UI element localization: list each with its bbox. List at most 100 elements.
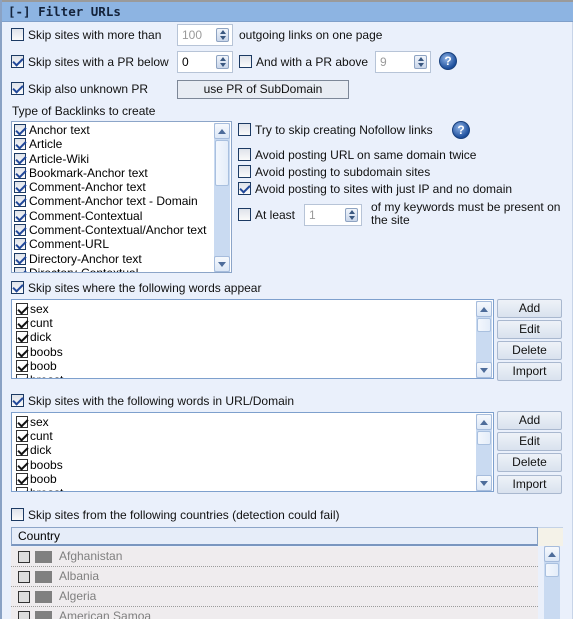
backlink-type-item[interactable]: Comment-Anchor text - Domain [12,194,215,208]
help-icon[interactable]: ? [452,121,470,139]
spinner-arrows-icon[interactable] [414,55,427,69]
word-list-item[interactable]: boob [12,472,474,486]
country-column-header[interactable]: Country [11,527,538,546]
word-checkbox[interactable] [16,486,28,491]
scroll-up-icon[interactable] [214,123,230,139]
backlink-type-checkbox[interactable] [14,252,26,265]
backlink-type-checkbox[interactable] [14,152,26,165]
scroll-down-icon[interactable] [476,362,492,378]
backlink-type-checkbox[interactable] [14,166,26,179]
word-checkbox[interactable] [16,373,28,378]
section-header[interactable]: [-] Filter URLs [2,0,573,22]
spinner-arrows-icon[interactable] [345,208,358,222]
country-checkbox[interactable] [18,551,30,563]
subdomain-sites-checkbox[interactable] [238,165,251,178]
word-list-item[interactable]: sex [12,302,474,316]
word-list-item[interactable]: dick [12,443,474,457]
backlink-type-checkbox[interactable] [14,124,26,136]
skip-words-import-button[interactable]: Import [497,362,562,381]
spinner-arrows-icon[interactable] [216,28,229,42]
word-list-item[interactable]: cunt [12,429,474,443]
word-checkbox[interactable] [16,331,28,344]
scrollbar-thumb[interactable] [477,318,491,332]
backlink-type-item[interactable]: Comment-Contextual [12,209,215,223]
backlink-type-item[interactable]: Comment-Anchor text [12,180,215,194]
backlink-type-item[interactable]: Article-Wiki [12,152,215,166]
skip-unknown-pr-checkbox[interactable] [11,82,24,95]
country-checkbox[interactable] [18,571,30,583]
backlink-type-item[interactable]: Comment-Contextual/Anchor text [12,223,215,237]
skip-more-than-checkbox[interactable] [11,28,24,41]
backlink-type-checkbox[interactable] [14,195,26,208]
ip-no-domain-checkbox[interactable] [238,182,251,195]
nofollow-checkbox[interactable] [238,123,251,136]
skip-url-words-delete-button[interactable]: Delete [497,453,562,472]
skip-words-list[interactable]: sexcuntdickboobsboobbreast [11,299,494,379]
backlink-type-item[interactable]: Anchor text [12,123,215,137]
skip-words-add-button[interactable]: Add [497,299,562,318]
skip-url-words-add-button[interactable]: Add [497,411,562,430]
word-checkbox[interactable] [16,458,28,471]
word-list-item[interactable]: dick [12,330,474,344]
at-least-checkbox[interactable] [238,208,251,221]
skip-url-words-import-button[interactable]: Import [497,475,562,494]
word-list-item[interactable]: breast [12,486,474,491]
backlink-type-checkbox[interactable] [14,209,26,222]
skip-words-edit-button[interactable]: Edit [497,320,562,339]
keywords-count-spinner[interactable]: 1 [304,204,362,226]
scrollbar-thumb[interactable] [545,563,559,577]
country-checkbox[interactable] [18,611,30,619]
backlink-type-checkbox[interactable] [14,138,26,151]
scroll-down-icon[interactable] [476,475,492,491]
help-icon[interactable]: ? [439,52,457,70]
backlink-type-item[interactable]: Directory-Contextual [12,266,215,272]
backlink-type-checkbox[interactable] [14,224,26,237]
skip-pr-below-checkbox[interactable] [11,55,24,68]
backlink-type-item[interactable]: Bookmark-Anchor text [12,166,215,180]
word-list-item[interactable]: boobs [12,345,474,359]
skip-url-words-edit-button[interactable]: Edit [497,432,562,451]
word-checkbox[interactable] [16,359,28,372]
scroll-down-icon[interactable] [214,256,230,272]
word-list-item[interactable]: boob [12,359,474,373]
word-list-item[interactable]: breast [12,373,474,378]
word-list-item[interactable]: cunt [12,316,474,330]
country-checkbox[interactable] [18,591,30,603]
spinner-arrows-icon[interactable] [216,55,229,69]
word-checkbox[interactable] [16,444,28,457]
backlink-type-item[interactable]: Directory-Anchor text [12,252,215,266]
backlink-type-item[interactable]: Comment-URL [12,237,215,251]
word-checkbox[interactable] [16,345,28,358]
country-row[interactable]: Afghanistan [11,547,538,567]
backlink-type-checkbox[interactable] [14,266,26,272]
backlinks-type-list[interactable]: Anchor text Article Article-Wiki Bookmark-A… [11,121,232,273]
pr-below-spinner[interactable]: 0 [177,51,233,73]
word-checkbox[interactable] [16,303,28,315]
word-checkbox[interactable] [16,472,28,485]
scroll-up-icon[interactable] [476,301,492,317]
word-checkbox[interactable] [16,430,28,443]
scrollbar-thumb[interactable] [215,140,229,186]
backlinks-scrollbar[interactable] [214,123,230,272]
scroll-up-icon[interactable] [476,414,492,430]
use-pr-subdomain-button[interactable]: use PR of SubDomain [177,80,349,99]
skip-words-delete-button[interactable]: Delete [497,341,562,360]
backlink-type-item[interactable]: Article [12,137,215,151]
word-checkbox[interactable] [16,416,28,428]
skip-url-words-scrollbar[interactable] [476,414,492,491]
outgoing-links-spinner[interactable]: 100 [177,24,233,46]
word-checkbox[interactable] [16,317,28,330]
scrollbar-thumb[interactable] [477,431,491,445]
skip-words-scrollbar[interactable] [476,301,492,378]
countries-scrollbar[interactable] [544,546,560,619]
backlink-type-checkbox[interactable] [14,181,26,194]
backlink-type-checkbox[interactable] [14,238,26,251]
skip-words-checkbox[interactable] [11,281,24,294]
word-list-item[interactable]: boobs [12,458,474,472]
word-list-item[interactable]: sex [12,415,474,429]
and-pr-above-checkbox[interactable] [239,55,252,68]
same-domain-twice-checkbox[interactable] [238,148,251,161]
skip-url-words-list[interactable]: sexcuntdickboobsboobbreast [11,412,494,492]
skip-countries-checkbox[interactable] [11,508,24,521]
skip-url-words-checkbox[interactable] [11,394,24,407]
